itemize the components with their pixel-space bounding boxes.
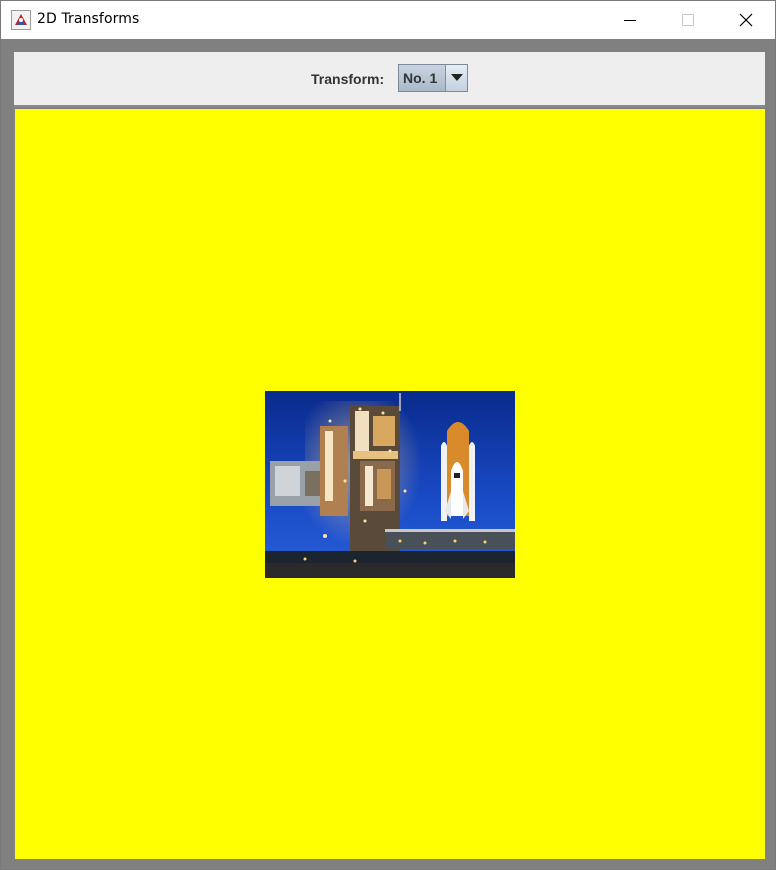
photo-icon (265, 391, 515, 578)
title-bar[interactable]: 2D Transforms (1, 1, 775, 39)
close-button[interactable] (717, 1, 775, 39)
shuttle-photo (265, 391, 515, 578)
transform-select[interactable]: No. 1 (398, 64, 468, 92)
chevron-down-icon (450, 74, 463, 81)
minimize-button[interactable] (601, 1, 659, 39)
maximize-button[interactable] (659, 1, 717, 39)
drawing-canvas[interactable] (15, 109, 765, 859)
transform-label: Transform: (311, 71, 385, 87)
app-window: 2D Transforms Transform: No. 1 (0, 0, 776, 870)
java-app-icon[interactable] (11, 10, 31, 30)
close-icon (739, 13, 753, 27)
dropdown-arrow-button[interactable] (446, 65, 467, 91)
transform-select-value: No. 1 (399, 65, 446, 91)
toolbar: Transform: No. 1 (14, 52, 765, 107)
minimize-icon (624, 20, 636, 21)
maximize-icon (682, 14, 694, 26)
window-title: 2D Transforms (37, 11, 140, 27)
